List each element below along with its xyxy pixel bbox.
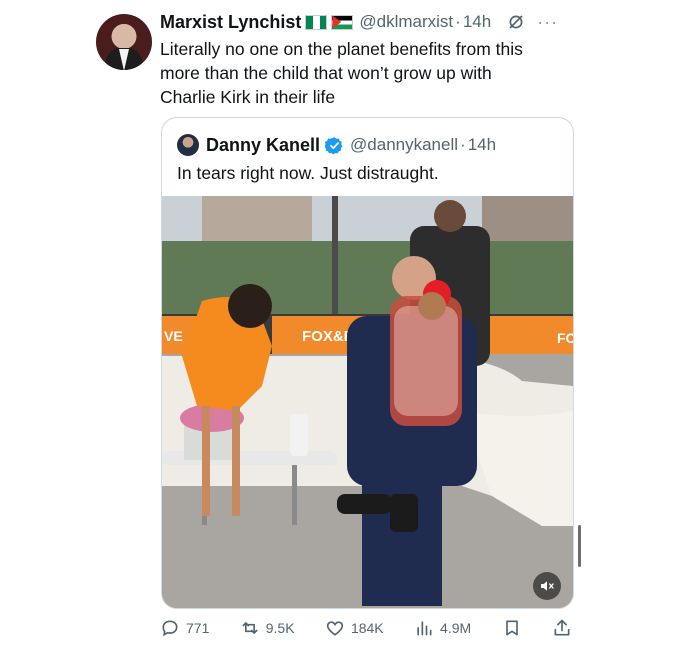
view-count: 4.9M [440,620,472,636]
quoted-author-handle[interactable]: @dannykanell [350,135,458,155]
banner-text-right: FC [557,330,573,346]
tweet-actions: 771 9.5K 184K 4.9M [160,615,572,641]
reply-icon [162,620,178,637]
banner-text-left: VE [164,328,183,344]
repost-button[interactable]: 9.5K [240,618,295,638]
nigeria-flag-icon [305,14,328,30]
verified-badge-icon [325,136,344,155]
more-options-icon[interactable]: ··· [537,12,558,33]
quoted-video[interactable]: VE FOX&FR FC [162,196,573,608]
palestine-flag-icon [331,14,354,30]
reply-count: 771 [186,620,210,636]
quoted-tweet[interactable]: Danny Kanell @dannykanell · 14h In tears… [161,117,574,609]
author-name[interactable]: Marxist Lynchist [160,12,301,33]
views-chart-icon [417,621,432,636]
scrollbar-thumb[interactable] [578,525,581,567]
bookmark-button[interactable] [502,618,522,638]
quoted-text: In tears right now. Just distraught. [177,163,439,183]
reply-button[interactable]: 771 [160,618,209,638]
quoted-author-name[interactable]: Danny Kanell [206,135,320,156]
views-button[interactable]: 4.9M [414,618,471,638]
video-frame: VE FOX&FR FC [162,196,573,608]
repost-icon [242,622,258,634]
like-button[interactable]: 184K [325,618,384,638]
quoted-separator: · [460,135,466,154]
author-handle[interactable]: @dklmarxist [359,12,453,32]
share-button[interactable] [552,618,572,638]
share-icon [554,619,570,636]
quoted-time[interactable]: 14h [468,135,496,155]
speaker-muted-icon [541,581,554,591]
repost-count: 9.5K [265,620,295,636]
quoted-header: Danny Kanell @dannykanell · 14h [177,134,496,156]
heart-icon [326,621,344,636]
like-count: 184K [350,620,384,636]
tweet-header: Marxist Lynchist @dklmarxist · 14h ··· [160,10,580,34]
grok-icon[interactable] [507,13,525,31]
header-separator: · [455,12,461,31]
tweet-text: Literally no one on the planet benefits … [160,39,523,107]
tweet-time[interactable]: 14h [463,12,491,32]
bookmark-icon [505,620,518,636]
author-avatar[interactable] [96,14,152,70]
mute-toggle[interactable] [533,572,561,600]
quoted-author-avatar[interactable] [177,134,199,156]
